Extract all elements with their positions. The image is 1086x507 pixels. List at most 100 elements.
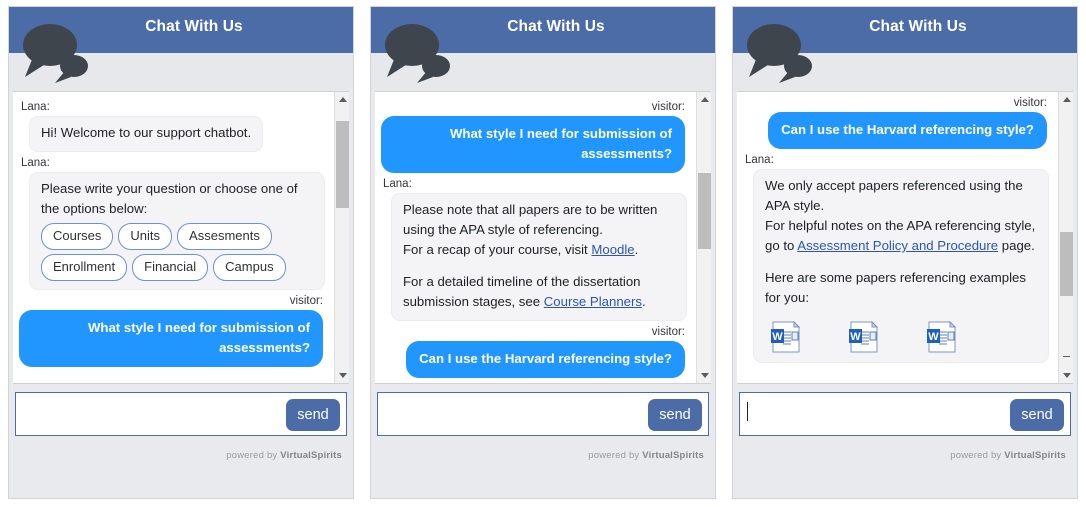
option-financial[interactable]: Financial: [132, 254, 209, 281]
widget-header: Chat With Us: [9, 7, 353, 53]
widget-title: Chat With Us: [145, 18, 243, 35]
sender-label: Lana:: [21, 101, 50, 113]
send-button[interactable]: send: [1010, 399, 1064, 431]
option-courses[interactable]: Courses: [41, 223, 114, 250]
message-input[interactable]: [20, 396, 300, 432]
chat-message-bot-options: Lana: Please write your question or choo…: [19, 156, 325, 290]
scrollbar-thumb[interactable]: [698, 173, 711, 250]
svg-text:W: W: [928, 331, 939, 343]
svg-text:W: W: [850, 331, 861, 343]
transcript-scrollbar[interactable]: [1058, 92, 1073, 383]
bot-paragraph: Here are some papers referencing example…: [765, 268, 1037, 308]
chat-message-bot: Lana: Hi! Welcome to our support chatbot…: [19, 100, 325, 152]
sender-label: visitor:: [289, 295, 323, 307]
powered-brand: VirtualSpirits: [1004, 450, 1066, 461]
quick-reply-options: Courses Units Assesments Enrollment Fina…: [41, 223, 313, 281]
sender-label: visitor:: [651, 326, 685, 338]
minimize-icon[interactable]: [1063, 355, 1070, 357]
powered-brand: VirtualSpirits: [280, 450, 342, 461]
message-input[interactable]: [752, 396, 1032, 432]
visitor-bubble: Can I use the Harvard referencing style?: [406, 341, 685, 378]
chat-message-visitor: visitor: What style I need for submissio…: [381, 100, 687, 173]
message-input-row[interactable]: send: [377, 392, 709, 436]
widget-subbar: [733, 53, 1077, 91]
powered-by-label: powered by VirtualSpirits: [950, 450, 1066, 461]
bot-bubble-line: Please write your question or choose one…: [41, 181, 298, 216]
powered-by-label: powered by VirtualSpirits: [588, 450, 704, 461]
bot-text: .: [634, 242, 639, 257]
powered-prefix: powered by: [226, 450, 281, 461]
bot-bubble: Please note that all papers are to be wr…: [391, 193, 687, 321]
chat-transcript-area[interactable]: Lana: Hi! Welcome to our support chatbot…: [13, 91, 349, 384]
bot-bubble: Please write your question or choose one…: [29, 172, 325, 290]
chat-transcript-area[interactable]: visitor: What style I need for submissio…: [375, 91, 711, 384]
scrollbar-thumb[interactable]: [1060, 231, 1073, 296]
widget-title: Chat With Us: [869, 18, 967, 35]
scroll-down-arrow-icon[interactable]: [1059, 368, 1073, 383]
scrollbar-thumb[interactable]: [336, 121, 349, 209]
message-input[interactable]: [382, 396, 662, 432]
transcript-scrollbar[interactable]: [334, 92, 349, 383]
bot-text: page.: [998, 238, 1035, 253]
bot-text: We only accept papers referenced using t…: [765, 178, 1023, 213]
word-document-icon[interactable]: W: [925, 320, 959, 354]
course-planners-link[interactable]: Course Planners: [544, 294, 642, 309]
widget-footer: powered by VirtualSpirits: [733, 436, 1077, 498]
chat-message-visitor: visitor: Can I use the Harvard referenci…: [381, 325, 687, 378]
powered-prefix: powered by: [588, 450, 643, 461]
scroll-up-arrow-icon[interactable]: [697, 92, 711, 107]
message-input-row[interactable]: send: [15, 392, 347, 436]
visitor-bubble: What style I need for submission of asse…: [381, 116, 685, 173]
scroll-down-arrow-icon[interactable]: [335, 368, 349, 383]
chat-widget-panel-1: Chat With Us Lana: Hi! Welcome to our su…: [0, 0, 362, 507]
bot-paragraph: We only accept papers referenced using t…: [765, 176, 1037, 216]
transcript-scrollbar[interactable]: [696, 92, 711, 383]
widget-header: Chat With Us: [371, 7, 715, 53]
widget-header: Chat With Us: [733, 7, 1077, 53]
svg-text:W: W: [772, 331, 783, 343]
chat-message-visitor: visitor: Can I use the Harvard referenci…: [743, 96, 1049, 149]
sender-label: visitor:: [1013, 97, 1047, 109]
bot-text: Here are some papers referencing example…: [765, 270, 1026, 305]
option-campus[interactable]: Campus: [213, 254, 286, 281]
message-input-row[interactable]: send: [739, 392, 1071, 436]
send-button[interactable]: send: [648, 399, 702, 431]
chat-message-bot: Lana: Please note that all papers are to…: [381, 177, 687, 321]
widget-subbar: [371, 53, 715, 91]
scroll-up-arrow-icon[interactable]: [335, 92, 349, 107]
widget-footer: powered by VirtualSpirits: [9, 436, 353, 498]
option-assesments[interactable]: Assesments: [177, 223, 272, 250]
option-enrollment[interactable]: Enrollment: [41, 254, 128, 281]
sender-label: Lana:: [745, 154, 774, 166]
send-button[interactable]: send: [286, 399, 340, 431]
bot-bubble: Hi! Welcome to our support chatbot.: [29, 116, 264, 152]
chat-transcript-area[interactable]: visitor: Can I use the Harvard referenci…: [737, 91, 1073, 384]
widget-subbar: [9, 53, 353, 91]
scroll-up-arrow-icon[interactable]: [1059, 92, 1073, 107]
text-cursor-icon: [747, 402, 748, 421]
scroll-down-arrow-icon[interactable]: [697, 368, 711, 383]
moodle-link[interactable]: Moodle: [591, 242, 634, 257]
assessment-policy-link[interactable]: Assessment Policy and Procedure: [797, 238, 998, 253]
bot-bubble-line: Hi! Welcome to our support chatbot.: [41, 125, 252, 140]
bot-paragraph: Please note that all papers are to be wr…: [403, 200, 675, 240]
bot-text: Please note that all papers are to be wr…: [403, 202, 658, 237]
option-units[interactable]: Units: [118, 223, 173, 250]
chat-message-visitor: visitor: What style I need for submissio…: [19, 294, 325, 367]
chat-widget-panel-2: Chat With Us visitor: What style I need …: [362, 0, 724, 507]
widget-title: Chat With Us: [507, 18, 605, 35]
chatbot-screenshot-stage: Chat With Us Lana: Hi! Welcome to our su…: [0, 0, 1086, 507]
bot-paragraph: For a detailed timeline of the dissertat…: [403, 272, 675, 312]
sender-label: Lana:: [21, 157, 50, 169]
word-document-icon[interactable]: W: [769, 320, 803, 354]
visitor-bubble: Can I use the Harvard referencing style?: [768, 112, 1047, 149]
sender-label: visitor:: [651, 101, 685, 113]
sender-label: Lana:: [383, 178, 412, 190]
word-document-icon[interactable]: W: [847, 320, 881, 354]
widget-footer: powered by VirtualSpirits: [371, 436, 715, 498]
visitor-bubble: What style I need for submission of asse…: [19, 310, 323, 367]
chat-message-bot: Lana: We only accept papers referenced u…: [743, 153, 1049, 363]
document-attachments: W W W: [769, 320, 1037, 354]
